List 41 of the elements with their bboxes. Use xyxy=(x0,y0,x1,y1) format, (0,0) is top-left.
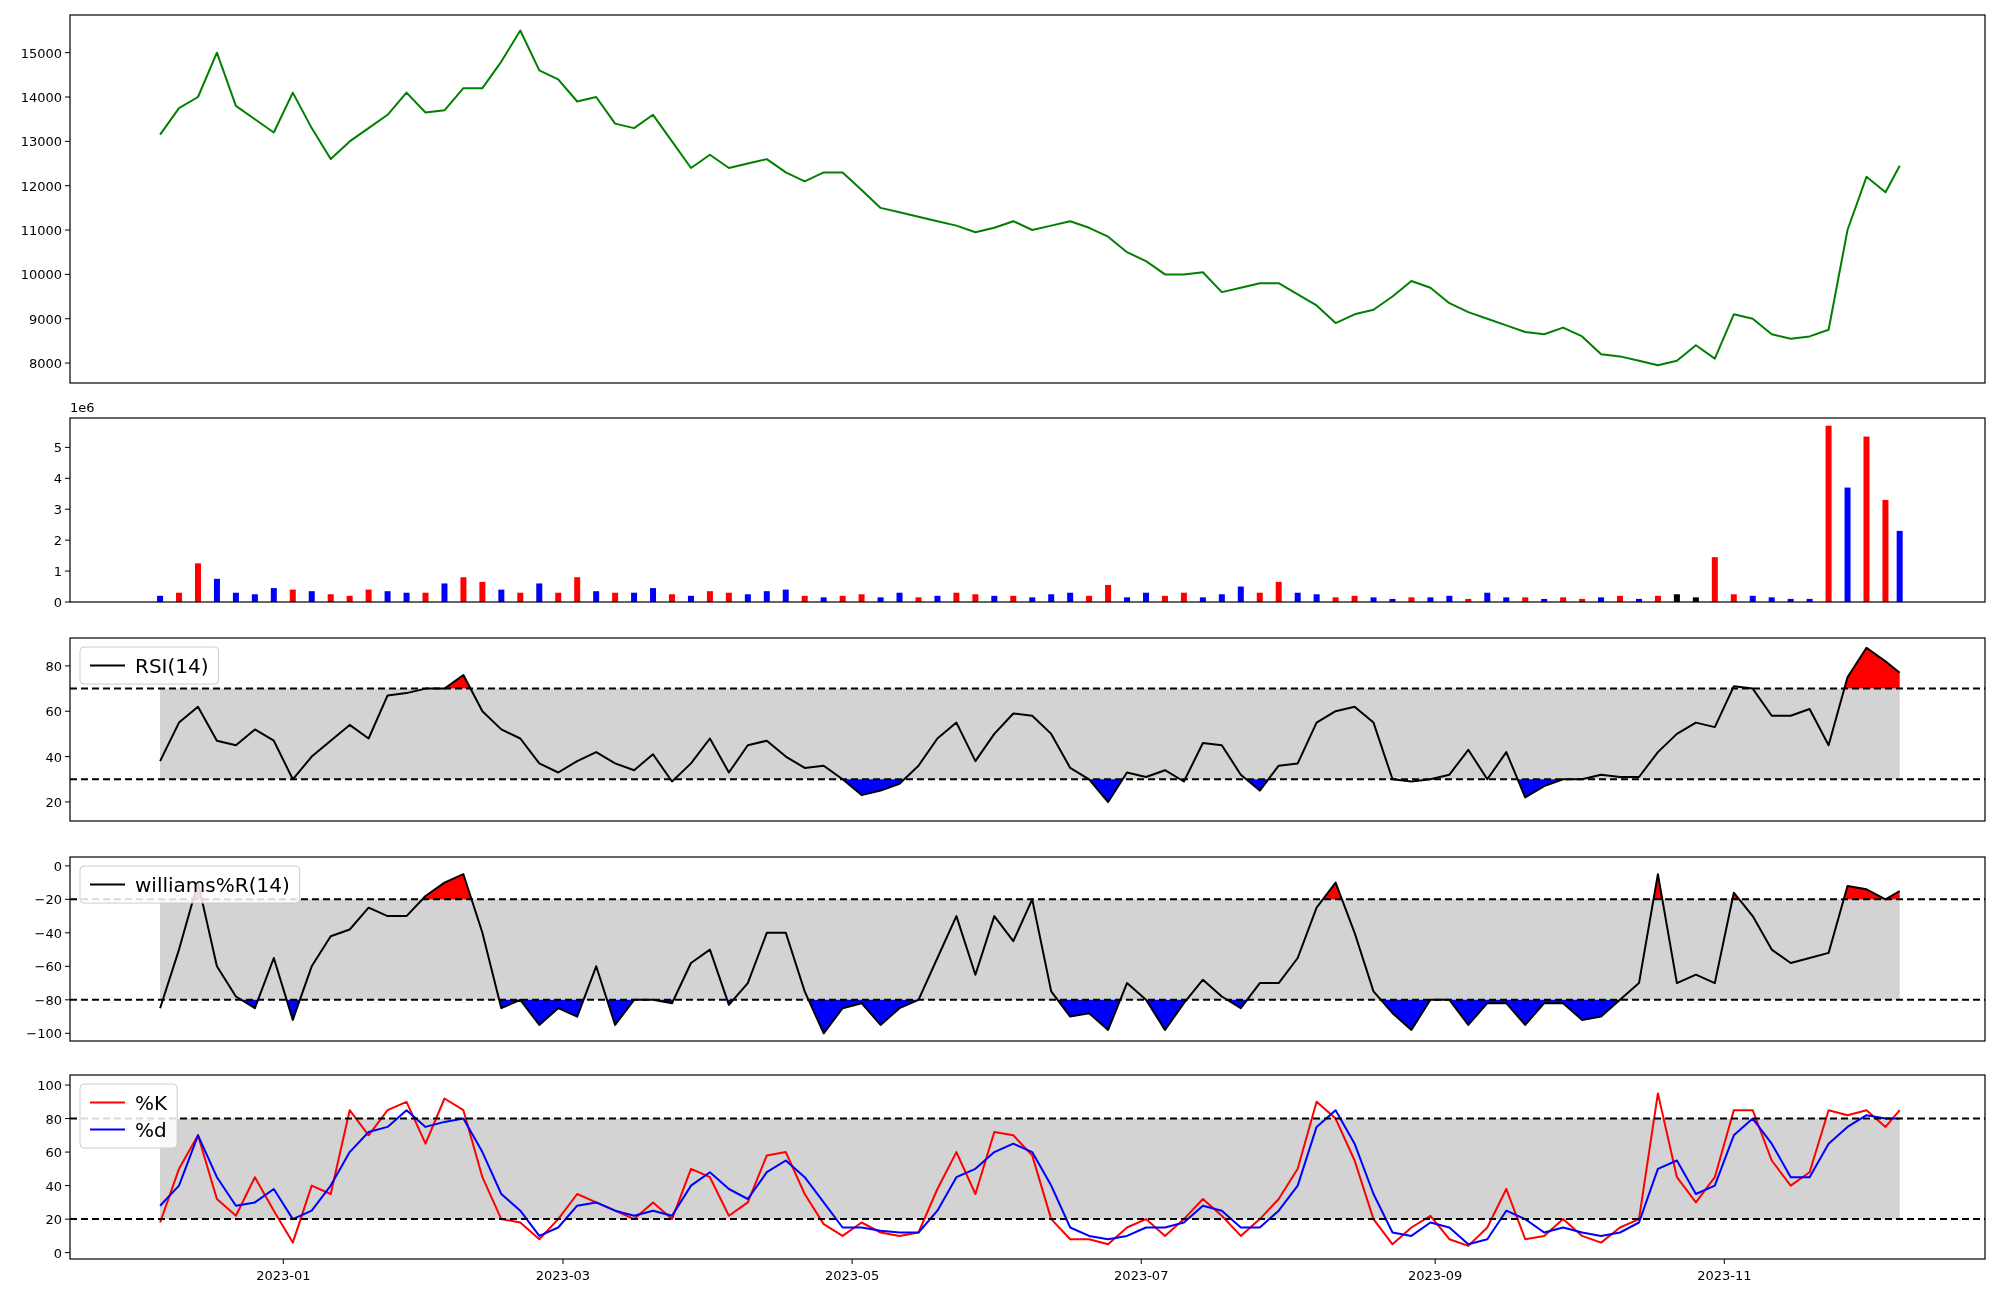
axis-offset-label: 1e6 xyxy=(70,400,95,415)
legend-label: RSI(14) xyxy=(135,653,209,678)
y-tick-label: 5 xyxy=(53,440,62,456)
y-tick-label: 80 xyxy=(45,658,62,674)
y-tick-label: 20 xyxy=(45,1212,62,1228)
y-tick-label: 15000 xyxy=(20,45,62,61)
y-tick-label: 80 xyxy=(45,1111,62,1127)
y-tick-label: 4 xyxy=(53,471,62,487)
y-tick-label: −100 xyxy=(26,1026,62,1042)
y-tick-label: 40 xyxy=(45,1178,62,1194)
x-tick-label: 2023-07 xyxy=(1114,1268,1169,1283)
legend-label: williams%R(14) xyxy=(135,872,290,897)
x-tick-label: 2023-05 xyxy=(824,1268,880,1283)
y-tick-label: 60 xyxy=(45,1145,62,1161)
y-tick-label: −80 xyxy=(34,992,62,1008)
y-tick-label: −60 xyxy=(34,959,62,975)
y-tick-label: 20 xyxy=(45,794,62,810)
y-tick-label: −40 xyxy=(34,925,62,941)
x-tick-label: 2023-03 xyxy=(535,1268,591,1283)
y-tick-label: 3 xyxy=(53,502,62,518)
x-tick-label: 2023-09 xyxy=(1408,1268,1463,1283)
y-tick-label: −20 xyxy=(34,892,62,908)
legend-label: %K xyxy=(135,1090,168,1115)
y-tick-label: 10000 xyxy=(20,267,62,283)
legend-label: %d xyxy=(135,1117,167,1142)
y-tick-label: 0 xyxy=(53,858,62,874)
y-tick-label: 9000 xyxy=(28,311,62,327)
x-tick-label: 2023-11 xyxy=(1697,1268,1752,1283)
y-tick-label: 12000 xyxy=(20,178,62,194)
x-tick-label: 2023-01 xyxy=(256,1268,311,1283)
y-tick-label: 100 xyxy=(37,1078,62,1094)
y-tick-label: 8000 xyxy=(28,356,62,372)
y-tick-label: 11000 xyxy=(20,223,62,239)
y-tick-label: 13000 xyxy=(20,134,62,150)
y-tick-label: 0 xyxy=(53,1245,62,1261)
y-tick-label: 0 xyxy=(53,595,62,610)
y-tick-label: 1 xyxy=(53,564,62,580)
y-tick-label: 2 xyxy=(53,533,62,549)
y-tick-label: 60 xyxy=(45,704,62,720)
y-tick-label: 14000 xyxy=(20,90,62,105)
y-tick-label: 40 xyxy=(45,749,62,765)
